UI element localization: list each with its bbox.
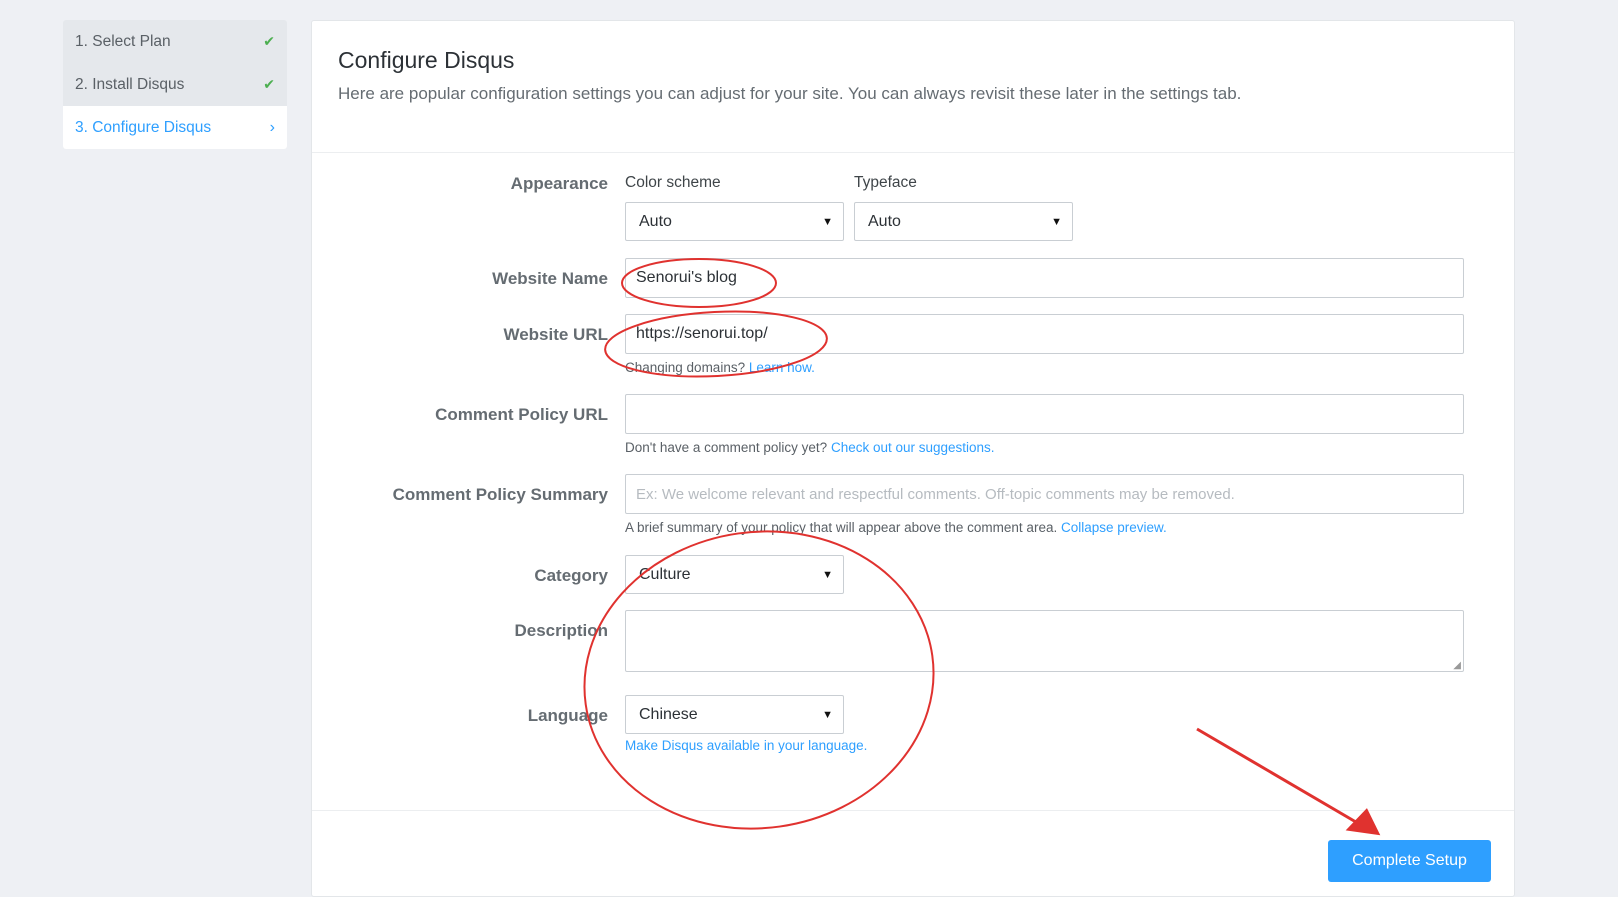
page-title: Configure Disqus <box>338 47 515 73</box>
check-suggestions-link[interactable]: Check out our suggestions. <box>831 440 995 455</box>
language-value: Chinese <box>639 705 698 723</box>
typeface-label: Typeface <box>854 174 917 191</box>
step-label: 2. Install Disqus <box>75 75 185 93</box>
complete-setup-button[interactable]: Complete Setup <box>1328 840 1491 882</box>
website-name-value: Senorui's blog <box>636 269 737 286</box>
comment-policy-summary-placeholder: Ex: We welcome relevant and respectful c… <box>636 485 1235 503</box>
resize-handle-icon[interactable]: ◢ <box>1453 660 1461 671</box>
description-label: Description <box>514 621 608 640</box>
help-text: Changing domains? <box>625 360 746 375</box>
description-textarea[interactable]: ◢ <box>625 610 1464 672</box>
dropdown-arrow-icon: ▼ <box>1051 215 1062 228</box>
step-install-disqus[interactable]: 2. Install Disqus ✔ <box>63 63 287 106</box>
configure-panel: Configure Disqus Here are popular config… <box>311 20 1515 897</box>
comment-policy-summary-input[interactable]: Ex: We welcome relevant and respectful c… <box>625 474 1464 514</box>
comment-policy-summary-label: Comment Policy Summary <box>392 485 608 504</box>
color-scheme-label: Color scheme <box>625 174 721 191</box>
check-icon: ✔ <box>263 33 275 49</box>
language-help: Make Disqus available in your language. <box>625 738 867 753</box>
category-value: Culture <box>639 565 691 583</box>
comment-policy-url-label: Comment Policy URL <box>435 405 608 424</box>
footer-divider <box>312 810 1514 811</box>
step-configure-disqus[interactable]: 3. Configure Disqus › <box>63 106 287 149</box>
website-name-label: Website Name <box>492 269 608 288</box>
dropdown-arrow-icon: ▼ <box>822 215 833 228</box>
chevron-right-icon: › <box>269 118 275 136</box>
website-url-help: Changing domains? Learn how. <box>625 360 815 375</box>
comment-policy-summary-help: A brief summary of your policy that will… <box>625 520 1167 535</box>
dropdown-arrow-icon: ▼ <box>822 568 833 581</box>
help-text: Don't have a comment policy yet? <box>625 440 828 455</box>
step-label: 3. Configure Disqus <box>75 118 212 136</box>
step-label: 1. Select Plan <box>75 32 171 50</box>
page-subtitle: Here are popular configuration settings … <box>338 84 1242 103</box>
appearance-label: Appearance <box>510 174 608 193</box>
typeface-value: Auto <box>868 212 901 230</box>
language-label: Language <box>527 706 608 725</box>
help-text: A brief summary of your policy that will… <box>625 520 1058 535</box>
website-url-label: Website URL <box>503 325 608 344</box>
panel-header: Configure Disqus Here are popular config… <box>312 21 1514 153</box>
website-url-input[interactable]: https://senorui.top/ <box>625 314 1464 354</box>
category-select[interactable]: Culture ▼ <box>625 555 844 594</box>
comment-policy-url-input[interactable] <box>625 394 1464 434</box>
check-icon: ✔ <box>263 76 275 92</box>
color-scheme-value: Auto <box>639 212 672 230</box>
step-select-plan[interactable]: 1. Select Plan ✔ <box>63 20 287 63</box>
color-scheme-select[interactable]: Auto ▼ <box>625 202 844 241</box>
setup-steps: 1. Select Plan ✔ 2. Install Disqus ✔ 3. … <box>63 20 287 149</box>
website-url-value: https://senorui.top/ <box>636 325 768 342</box>
typeface-select[interactable]: Auto ▼ <box>854 202 1073 241</box>
comment-policy-url-help: Don't have a comment policy yet? Check o… <box>625 440 995 455</box>
make-available-link[interactable]: Make Disqus available in your language. <box>625 738 867 753</box>
collapse-preview-link[interactable]: Collapse preview. <box>1061 520 1167 535</box>
language-select[interactable]: Chinese ▼ <box>625 695 844 734</box>
dropdown-arrow-icon: ▼ <box>822 708 833 721</box>
category-label: Category <box>534 566 608 585</box>
learn-how-link[interactable]: Learn how. <box>749 360 815 375</box>
website-name-input[interactable]: Senorui's blog <box>625 258 1464 298</box>
